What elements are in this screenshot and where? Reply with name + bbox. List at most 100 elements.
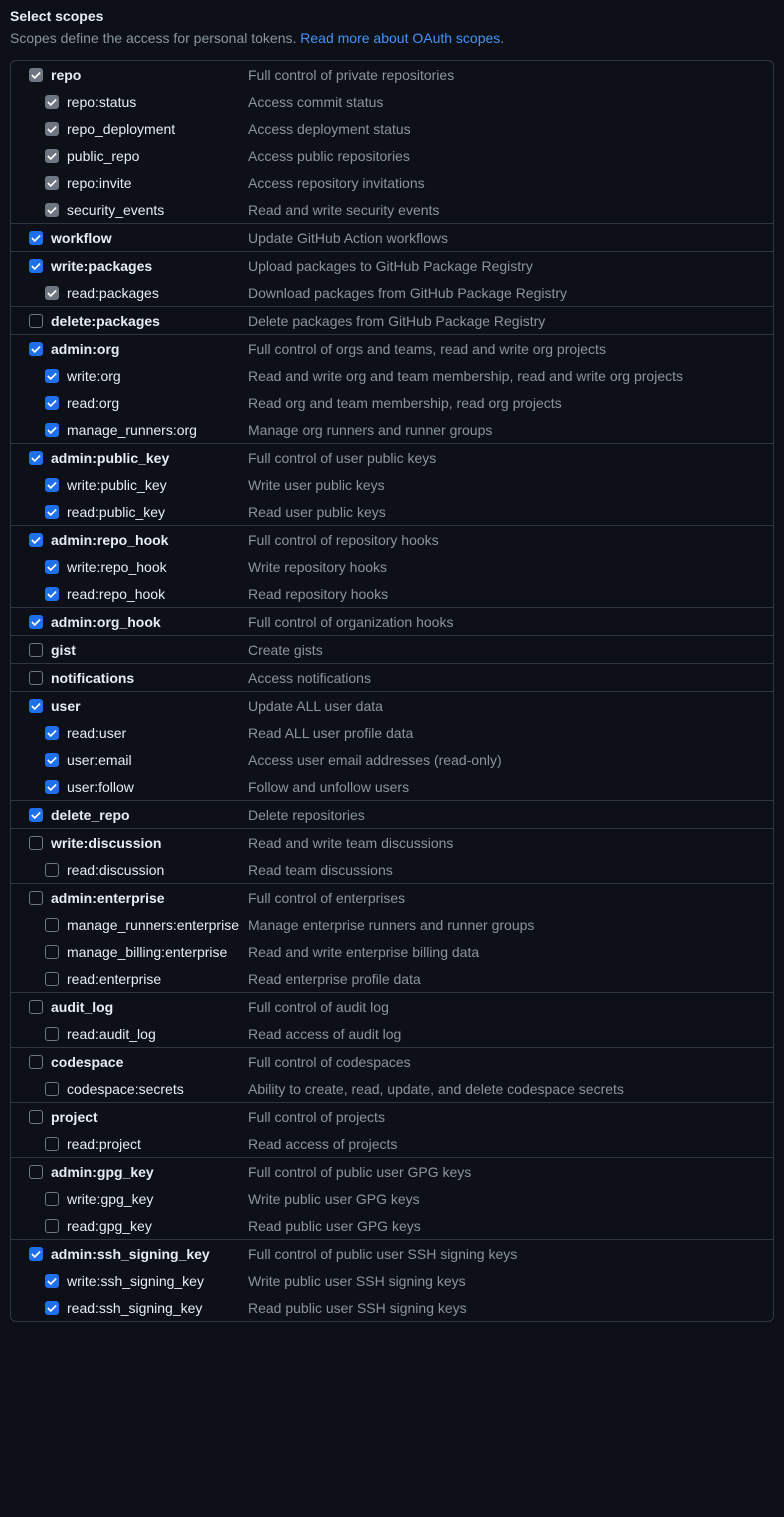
scope-checkbox-read-repo-hook[interactable] [45,587,59,601]
scope-label[interactable]: admin:org [51,341,119,357]
scope-label[interactable]: write:repo_hook [67,559,167,575]
scope-checkbox-write-gpg-key[interactable] [45,1192,59,1206]
scope-label[interactable]: write:ssh_signing_key [67,1273,204,1289]
scope-checkbox-user-follow[interactable] [45,780,59,794]
scope-description: Read and write team discussions [248,835,763,851]
scope-checkbox-write-packages[interactable] [29,259,43,273]
scope-checkbox-codespace-secrets[interactable] [45,1082,59,1096]
scope-checkbox-read-gpg-key[interactable] [45,1219,59,1233]
scope-checkbox-gist[interactable] [29,643,43,657]
scope-checkbox-notifications[interactable] [29,671,43,685]
scope-label[interactable]: write:packages [51,258,152,274]
scope-label[interactable]: write:org [67,368,121,384]
scope-label[interactable]: read:discussion [67,862,164,878]
scope-checkbox-repo-deployment[interactable] [45,122,59,136]
scope-checkbox-delete-packages[interactable] [29,314,43,328]
scope-label[interactable]: codespace [51,1054,123,1070]
scope-label[interactable]: write:gpg_key [67,1191,153,1207]
scope-checkbox-write-repo-hook[interactable] [45,560,59,574]
scope-label[interactable]: security_events [67,202,164,218]
scope-checkbox-codespace[interactable] [29,1055,43,1069]
scope-label[interactable]: public_repo [67,148,139,164]
scope-checkbox-manage-runners-org[interactable] [45,423,59,437]
scope-label[interactable]: admin:repo_hook [51,532,168,548]
scope-label[interactable]: user:follow [67,779,134,795]
scope-checkbox-admin-org-hook[interactable] [29,615,43,629]
scope-group: audit_log Full control of audit log read… [11,993,773,1048]
scope-label[interactable]: delete_repo [51,807,130,823]
scope-label[interactable]: project [51,1109,98,1125]
scope-label[interactable]: repo [51,67,81,83]
desc-prefix: Scopes define the access for personal to… [10,30,300,46]
scope-checkbox-write-ssh-signing-key[interactable] [45,1274,59,1288]
scope-label[interactable]: gist [51,642,76,658]
scope-checkbox-manage-runners-enterprise[interactable] [45,918,59,932]
scope-checkbox-admin-gpg-key[interactable] [29,1165,43,1179]
scope-label[interactable]: write:discussion [51,835,161,851]
scope-checkbox-delete-repo[interactable] [29,808,43,822]
scope-checkbox-read-project[interactable] [45,1137,59,1151]
scope-group: admin:enterprise Full control of enterpr… [11,884,773,993]
scope-checkbox-admin-enterprise[interactable] [29,891,43,905]
scope-checkbox-read-discussion[interactable] [45,863,59,877]
scope-group: project Full control of projects read:pr… [11,1103,773,1158]
scope-label[interactable]: repo:invite [67,175,132,191]
scope-label[interactable]: user:email [67,752,132,768]
scope-label[interactable]: audit_log [51,999,113,1015]
scope-checkbox-repo-status[interactable] [45,95,59,109]
scope-label[interactable]: workflow [51,230,112,246]
scope-description: Read enterprise profile data [248,971,763,987]
scope-checkbox-admin-org[interactable] [29,342,43,356]
scope-description: Read and write enterprise billing data [248,944,763,960]
scope-checkbox-read-ssh-signing-key[interactable] [45,1301,59,1315]
scope-checkbox-admin-public-key[interactable] [29,451,43,465]
scope-label[interactable]: repo_deployment [67,121,175,137]
scope-checkbox-security-events[interactable] [45,203,59,217]
scope-label[interactable]: manage_runners:enterprise [67,917,239,933]
scope-checkbox-write-public-key[interactable] [45,478,59,492]
scope-label[interactable]: admin:ssh_signing_key [51,1246,210,1262]
scope-label[interactable]: read:user [67,725,126,741]
scope-label[interactable]: manage_runners:org [67,422,197,438]
scope-label[interactable]: read:ssh_signing_key [67,1300,202,1316]
scope-label[interactable]: write:public_key [67,477,167,493]
scope-label[interactable]: read:enterprise [67,971,161,987]
scope-checkbox-user[interactable] [29,699,43,713]
scope-checkbox-read-user[interactable] [45,726,59,740]
scope-checkbox-write-org[interactable] [45,369,59,383]
scope-label[interactable]: read:audit_log [67,1026,156,1042]
scope-label[interactable]: notifications [51,670,134,686]
scope-label[interactable]: admin:org_hook [51,614,161,630]
scope-checkbox-read-public-key[interactable] [45,505,59,519]
oauth-scopes-link[interactable]: Read more about OAuth scopes [300,30,500,46]
scope-checkbox-project[interactable] [29,1110,43,1124]
scope-checkbox-user-email[interactable] [45,753,59,767]
scope-label[interactable]: read:org [67,395,119,411]
scope-label[interactable]: read:project [67,1136,141,1152]
scope-checkbox-admin-ssh-signing-key[interactable] [29,1247,43,1261]
scope-label[interactable]: admin:public_key [51,450,169,466]
scope-checkbox-manage-billing-enterprise[interactable] [45,945,59,959]
scope-checkbox-write-discussion[interactable] [29,836,43,850]
scope-label[interactable]: admin:gpg_key [51,1164,154,1180]
scope-checkbox-read-audit-log[interactable] [45,1027,59,1041]
scope-label[interactable]: repo:status [67,94,136,110]
scope-label[interactable]: manage_billing:enterprise [67,944,227,960]
scope-checkbox-read-enterprise[interactable] [45,972,59,986]
scope-checkbox-audit-log[interactable] [29,1000,43,1014]
scope-label[interactable]: codespace:secrets [67,1081,184,1097]
scope-checkbox-public-repo[interactable] [45,149,59,163]
scope-checkbox-repo[interactable] [29,68,43,82]
scope-checkbox-read-packages[interactable] [45,286,59,300]
scope-label[interactable]: delete:packages [51,313,160,329]
scope-label[interactable]: admin:enterprise [51,890,165,906]
scope-checkbox-admin-repo-hook[interactable] [29,533,43,547]
scope-checkbox-read-org[interactable] [45,396,59,410]
scope-label[interactable]: read:packages [67,285,159,301]
scope-label[interactable]: read:gpg_key [67,1218,152,1234]
scope-checkbox-workflow[interactable] [29,231,43,245]
scope-label[interactable]: read:public_key [67,504,165,520]
scope-label[interactable]: read:repo_hook [67,586,165,602]
scope-label[interactable]: user [51,698,81,714]
scope-checkbox-repo-invite[interactable] [45,176,59,190]
